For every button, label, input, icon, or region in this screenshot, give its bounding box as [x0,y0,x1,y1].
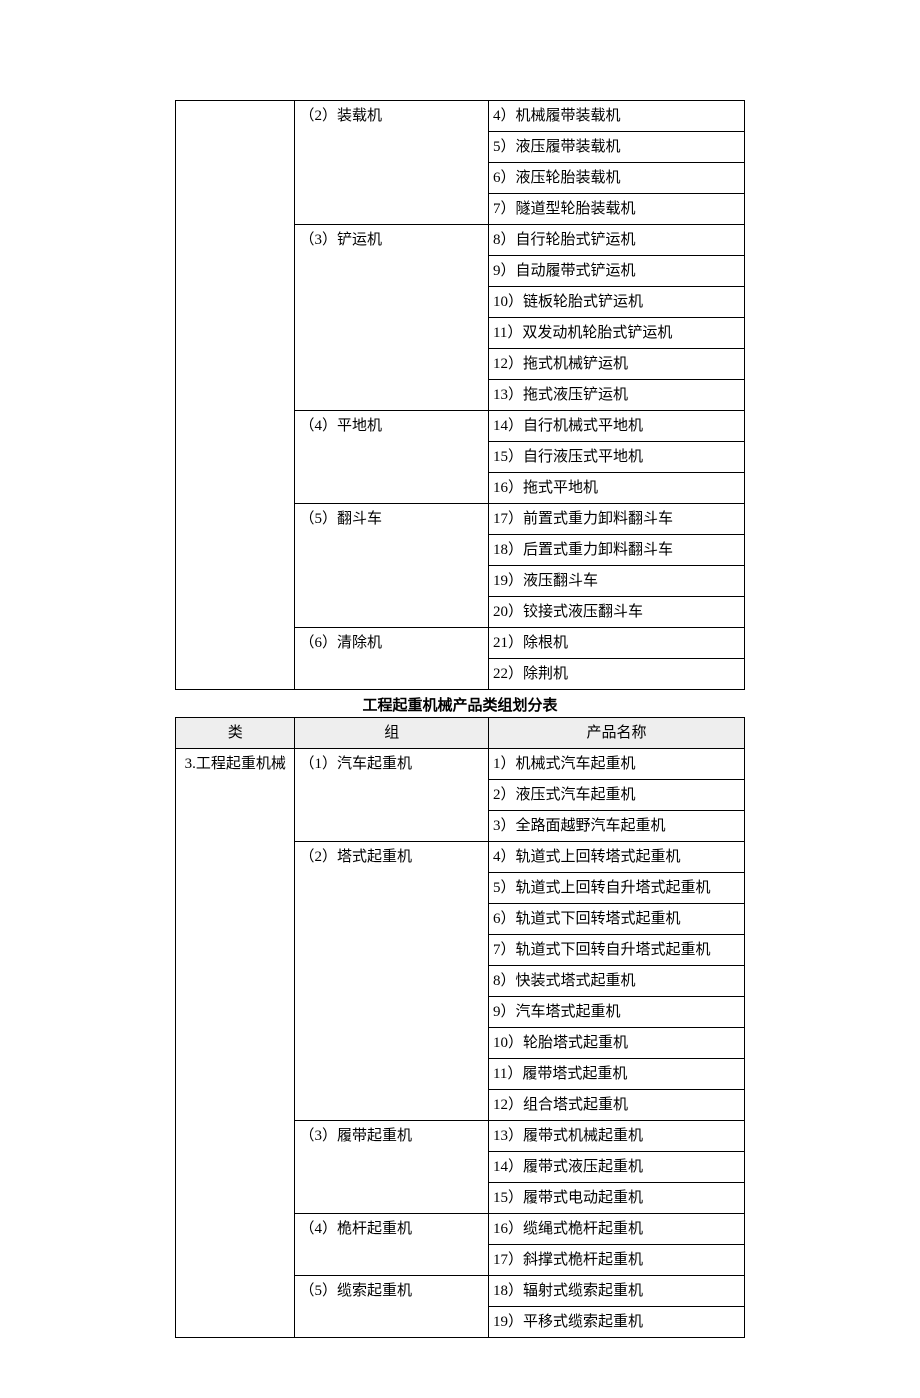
product-cell: 3）全路面越野汽车起重机 [488,811,744,842]
group-cell: （5）翻斗车 [295,504,488,628]
product-cell: 10）轮胎塔式起重机 [488,1028,744,1059]
product-cell: 20）铰接式液压翻斗车 [488,597,744,628]
product-cell: 10）链板轮胎式铲运机 [488,287,744,318]
product-cell: 16）缆绳式桅杆起重机 [488,1214,744,1245]
table-row: （2）装载机 4）机械履带装载机 [176,101,745,132]
product-cell: 4）轨道式上回转塔式起重机 [488,842,744,873]
header-group: 组 [295,718,488,749]
product-cell: 7）轨道式下回转自升塔式起重机 [488,935,744,966]
product-cell: 17）斜撑式桅杆起重机 [488,1245,744,1276]
product-cell: 12）拖式机械铲运机 [488,349,744,380]
header-category: 类 [176,718,295,749]
product-cell: 12）组合塔式起重机 [488,1090,744,1121]
table-header-row: 类 组 产品名称 [176,718,745,749]
product-cell: 16）拖式平地机 [488,473,744,504]
group-cell: （6）清除机 [295,628,488,690]
group-cell: （2）装载机 [295,101,488,225]
product-cell: 4）机械履带装载机 [488,101,744,132]
product-cell: 15）自行液压式平地机 [488,442,744,473]
product-cell: 6）液压轮胎装载机 [488,163,744,194]
section-title: 工程起重机械产品类组划分表 [175,694,745,715]
group-cell: （2）塔式起重机 [295,842,488,1121]
product-cell: 11）履带塔式起重机 [488,1059,744,1090]
category-cell: 3.工程起重机械 [176,749,295,1338]
group-cell: （1）汽车起重机 [295,749,488,842]
product-cell: 8）快装式塔式起重机 [488,966,744,997]
product-cell: 8）自行轮胎式铲运机 [488,225,744,256]
classification-table-continued: （2）装载机 4）机械履带装载机 5）液压履带装载机 6）液压轮胎装载机 7）隧… [175,100,745,690]
category-cell [176,101,295,690]
table-row: 3.工程起重机械 （1）汽车起重机 1）机械式汽车起重机 [176,749,745,780]
product-cell: 5）轨道式上回转自升塔式起重机 [488,873,744,904]
group-cell: （4）桅杆起重机 [295,1214,488,1276]
product-cell: 6）轨道式下回转塔式起重机 [488,904,744,935]
product-cell: 14）自行机械式平地机 [488,411,744,442]
product-cell: 13）履带式机械起重机 [488,1121,744,1152]
product-cell: 17）前置式重力卸料翻斗车 [488,504,744,535]
group-cell: （3）铲运机 [295,225,488,411]
group-cell: （5）缆索起重机 [295,1276,488,1338]
product-cell: 15）履带式电动起重机 [488,1183,744,1214]
product-cell: 21）除根机 [488,628,744,659]
product-cell: 11）双发动机轮胎式铲运机 [488,318,744,349]
group-cell: （3）履带起重机 [295,1121,488,1214]
product-cell: 9）汽车塔式起重机 [488,997,744,1028]
product-cell: 7）隧道型轮胎装载机 [488,194,744,225]
product-cell: 2）液压式汽车起重机 [488,780,744,811]
product-cell: 19）平移式缆索起重机 [488,1307,744,1338]
product-cell: 9）自动履带式铲运机 [488,256,744,287]
product-cell: 22）除荆机 [488,659,744,690]
header-product: 产品名称 [488,718,744,749]
product-cell: 13）拖式液压铲运机 [488,380,744,411]
group-cell: （4）平地机 [295,411,488,504]
product-cell: 1）机械式汽车起重机 [488,749,744,780]
product-cell: 14）履带式液压起重机 [488,1152,744,1183]
product-cell: 19）液压翻斗车 [488,566,744,597]
product-cell: 5）液压履带装载机 [488,132,744,163]
crane-classification-table: 类 组 产品名称 3.工程起重机械 （1）汽车起重机 1）机械式汽车起重机 2）… [175,717,745,1338]
product-cell: 18）后置式重力卸料翻斗车 [488,535,744,566]
